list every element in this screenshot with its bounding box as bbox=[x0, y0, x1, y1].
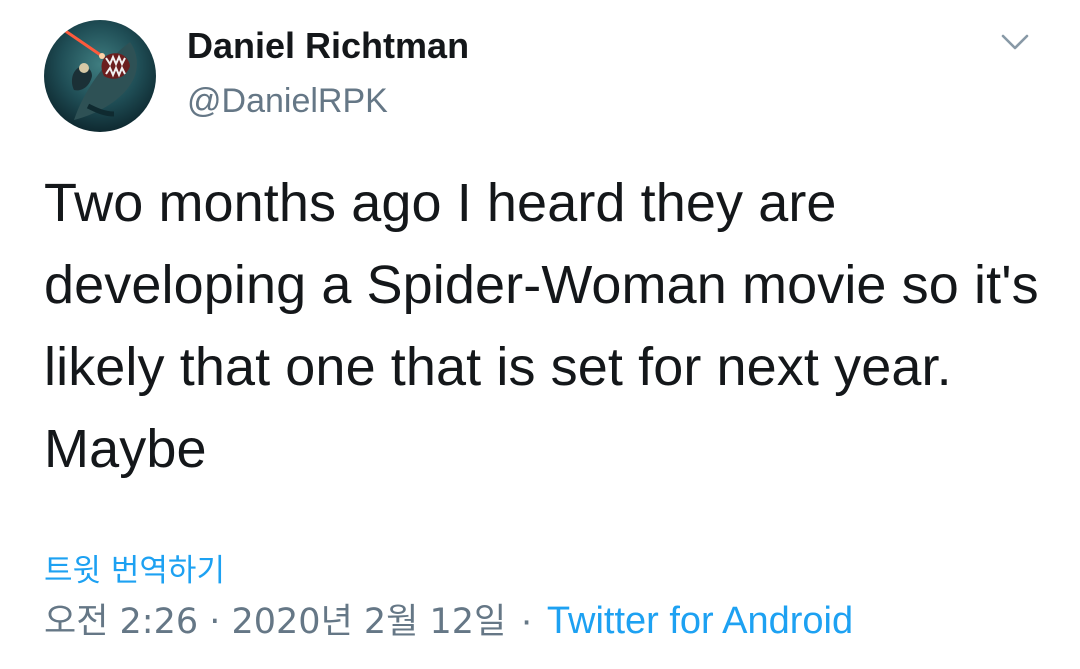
meta-separator: · bbox=[520, 600, 533, 642]
tweet-menu-button[interactable] bbox=[992, 22, 1038, 62]
author-display-name[interactable]: Daniel Richtman bbox=[187, 24, 469, 68]
author-handle[interactable]: @DanielRPK bbox=[187, 80, 388, 122]
tweet-text: Two months ago I heard they are developi… bbox=[44, 173, 1039, 479]
author-avatar[interactable] bbox=[44, 20, 156, 132]
shark-avatar-image bbox=[44, 20, 156, 132]
tweet-meta: 오전 2:26 · 2020년 2월 12일 · Twitter for And… bbox=[44, 596, 853, 647]
translate-tweet-link[interactable]: 트윗 번역하기 bbox=[44, 550, 225, 592]
tweet-timestamp[interactable]: 오전 2:26 · 2020년 2월 12일 bbox=[44, 597, 506, 647]
tweet-source-link[interactable]: Twitter for Android bbox=[547, 596, 853, 646]
chevron-down-icon bbox=[1001, 34, 1029, 50]
